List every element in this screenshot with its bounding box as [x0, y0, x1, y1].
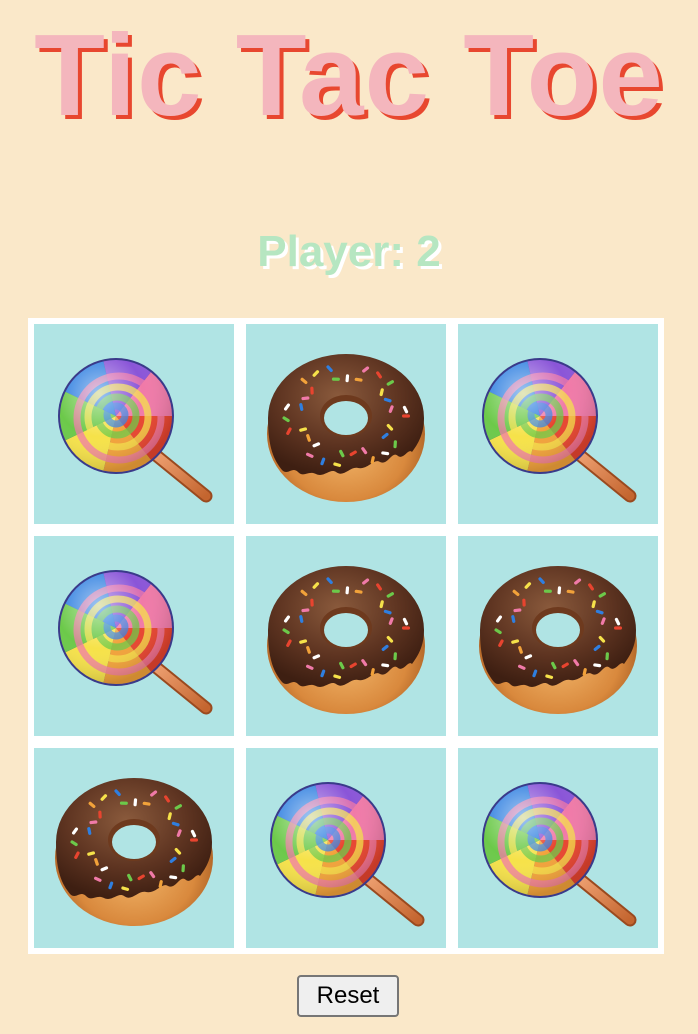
donut-icon — [267, 566, 425, 714]
lollipop-icon — [482, 358, 637, 503]
donut-icon — [267, 354, 425, 502]
donut-icon — [55, 778, 213, 926]
game-page: Tic Tac Toe Player: 2 Reset — [0, 0, 698, 1034]
board-cell-r1-c3[interactable] — [458, 324, 658, 524]
board-cell-r1-c1[interactable] — [34, 324, 234, 524]
game-board — [28, 318, 664, 954]
board-cell-r3-c1[interactable] — [34, 748, 234, 948]
board-cell-r3-c3[interactable] — [458, 748, 658, 948]
lollipop-icon — [58, 570, 213, 715]
board-cell-r2-c1[interactable] — [34, 536, 234, 736]
reset-button[interactable]: Reset — [297, 975, 399, 1017]
lollipop-icon — [270, 782, 425, 927]
board-cell-r2-c3[interactable] — [458, 536, 658, 736]
game-title: Tic Tac Toe — [34, 10, 664, 140]
board-cell-r1-c2[interactable] — [246, 324, 446, 524]
donut-icon — [479, 566, 637, 714]
board-cell-r3-c2[interactable] — [246, 748, 446, 948]
board-cell-r2-c2[interactable] — [246, 536, 446, 736]
lollipop-icon — [58, 358, 213, 503]
current-player-label: Player: 2 — [257, 227, 441, 276]
lollipop-icon — [482, 782, 637, 927]
